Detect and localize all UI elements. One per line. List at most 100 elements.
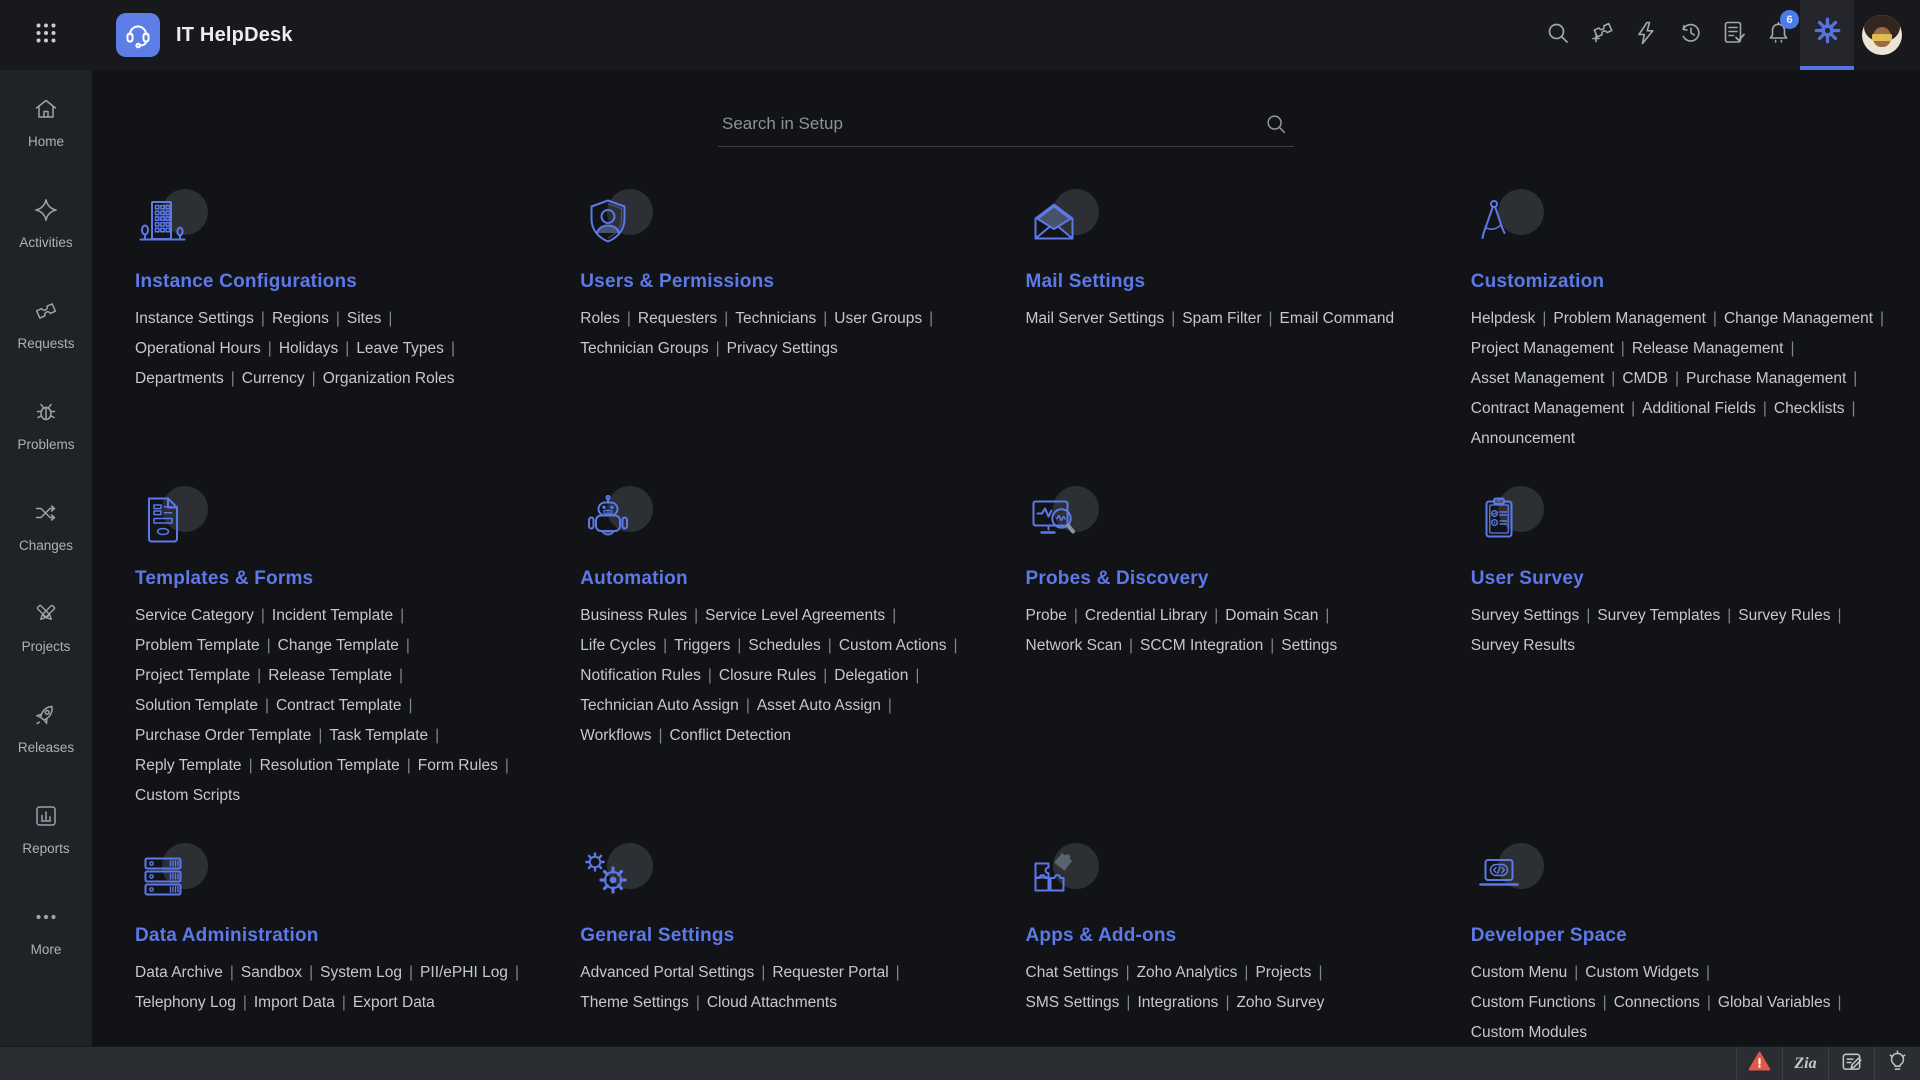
- setup-link-problem-template[interactable]: Problem Template: [135, 637, 260, 654]
- feedback-button[interactable]: [1828, 1047, 1874, 1080]
- sidebar-item-activities[interactable]: Activities: [0, 197, 92, 250]
- zia-logo[interactable]: Zia: [1782, 1047, 1828, 1080]
- setup-link-survey-templates[interactable]: Survey Templates: [1597, 607, 1720, 624]
- section-title[interactable]: Apps & Add-ons: [1026, 925, 1435, 947]
- setup-link-integrations[interactable]: Integrations: [1137, 994, 1218, 1011]
- setup-link-projects[interactable]: Projects: [1255, 964, 1311, 981]
- section-title[interactable]: Customization: [1471, 271, 1880, 293]
- setup-link-conflict-detection[interactable]: Conflict Detection: [669, 727, 790, 744]
- setup-link-sites[interactable]: Sites: [347, 310, 381, 327]
- setup-link-technicians[interactable]: Technicians: [735, 310, 816, 327]
- sidebar-item-projects[interactable]: Projects: [0, 601, 92, 654]
- setup-link-custom-functions[interactable]: Custom Functions: [1471, 994, 1596, 1011]
- sidebar-item-releases[interactable]: Releases: [0, 702, 92, 755]
- setup-link-business-rules[interactable]: Business Rules: [580, 607, 687, 624]
- setup-link-purchase-order-template[interactable]: Purchase Order Template: [135, 727, 311, 744]
- section-title[interactable]: Probes & Discovery: [1026, 568, 1435, 590]
- setup-link-announcement[interactable]: Announcement: [1471, 430, 1575, 447]
- sidebar-item-more[interactable]: More: [0, 904, 92, 957]
- approvals-button[interactable]: [1712, 0, 1756, 70]
- setup-link-import-data[interactable]: Import Data: [254, 994, 335, 1011]
- user-avatar[interactable]: [1862, 15, 1902, 55]
- sidebar-item-reports[interactable]: Reports: [0, 803, 92, 856]
- setup-link-probe[interactable]: Probe: [1026, 607, 1067, 624]
- setup-link-pii-ephi-log[interactable]: PII/ePHI Log: [420, 964, 508, 981]
- setup-link-email-command[interactable]: Email Command: [1280, 310, 1395, 327]
- setup-link-closure-rules[interactable]: Closure Rules: [719, 667, 816, 684]
- setup-link-cloud-attachments[interactable]: Cloud Attachments: [707, 994, 837, 1011]
- section-title[interactable]: Instance Configurations: [135, 271, 544, 293]
- setup-link-incident-template[interactable]: Incident Template: [272, 607, 393, 624]
- sidebar-item-changes[interactable]: Changes: [0, 500, 92, 553]
- setup-link-sccm-integration[interactable]: SCCM Integration: [1140, 637, 1263, 654]
- setup-link-custom-modules[interactable]: Custom Modules: [1471, 1024, 1587, 1041]
- setup-link-operational-hours[interactable]: Operational Hours: [135, 340, 261, 357]
- setup-link-survey-results[interactable]: Survey Results: [1471, 637, 1575, 654]
- setup-link-checklists[interactable]: Checklists: [1774, 400, 1845, 417]
- setup-link-survey-settings[interactable]: Survey Settings: [1471, 607, 1580, 624]
- setup-link-system-log[interactable]: System Log: [320, 964, 402, 981]
- setup-link-roles[interactable]: Roles: [580, 310, 620, 327]
- setup-link-custom-scripts[interactable]: Custom Scripts: [135, 787, 240, 804]
- section-title[interactable]: Automation: [580, 568, 989, 590]
- setup-link-domain-scan[interactable]: Domain Scan: [1225, 607, 1318, 624]
- setup-link-resolution-template[interactable]: Resolution Template: [260, 757, 400, 774]
- search-button[interactable]: [1536, 0, 1580, 70]
- sidebar-item-requests[interactable]: Requests: [0, 298, 92, 351]
- setup-link-network-scan[interactable]: Network Scan: [1026, 637, 1122, 654]
- setup-link-cmdb[interactable]: CMDB: [1622, 370, 1668, 387]
- setup-link-requester-portal[interactable]: Requester Portal: [772, 964, 888, 981]
- setup-link-additional-fields[interactable]: Additional Fields: [1642, 400, 1756, 417]
- setup-link-export-data[interactable]: Export Data: [353, 994, 435, 1011]
- quick-actions-button[interactable]: [1624, 0, 1668, 70]
- setup-link-regions[interactable]: Regions: [272, 310, 329, 327]
- setup-link-custom-widgets[interactable]: Custom Widgets: [1585, 964, 1699, 981]
- setup-link-notification-rules[interactable]: Notification Rules: [580, 667, 701, 684]
- setup-link-advanced-portal-settings[interactable]: Advanced Portal Settings: [580, 964, 754, 981]
- setup-link-service-level-agreements[interactable]: Service Level Agreements: [705, 607, 885, 624]
- setup-link-task-template[interactable]: Task Template: [329, 727, 428, 744]
- setup-button[interactable]: [1800, 0, 1854, 70]
- sidebar-item-home[interactable]: Home: [0, 96, 92, 149]
- setup-link-data-archive[interactable]: Data Archive: [135, 964, 223, 981]
- setup-link-schedules[interactable]: Schedules: [748, 637, 820, 654]
- section-title[interactable]: Templates & Forms: [135, 568, 544, 590]
- search-input[interactable]: [718, 104, 1294, 146]
- warning-button[interactable]: [1736, 1047, 1782, 1080]
- new-request-button[interactable]: [1580, 0, 1624, 70]
- section-title[interactable]: General Settings: [580, 925, 989, 947]
- setup-link-workflows[interactable]: Workflows: [580, 727, 651, 744]
- app-launcher-button[interactable]: [0, 0, 92, 70]
- setup-link-global-variables[interactable]: Global Variables: [1718, 994, 1831, 1011]
- setup-link-release-management[interactable]: Release Management: [1632, 340, 1784, 357]
- setup-link-custom-actions[interactable]: Custom Actions: [839, 637, 947, 654]
- section-title[interactable]: Users & Permissions: [580, 271, 989, 293]
- setup-link-privacy-settings[interactable]: Privacy Settings: [727, 340, 838, 357]
- setup-link-contract-template[interactable]: Contract Template: [276, 697, 402, 714]
- setup-link-theme-settings[interactable]: Theme Settings: [580, 994, 689, 1011]
- setup-link-change-management[interactable]: Change Management: [1724, 310, 1873, 327]
- search-icon[interactable]: [1264, 112, 1288, 141]
- setup-link-life-cycles[interactable]: Life Cycles: [580, 637, 656, 654]
- setup-link-release-template[interactable]: Release Template: [268, 667, 392, 684]
- setup-link-service-category[interactable]: Service Category: [135, 607, 254, 624]
- setup-link-project-template[interactable]: Project Template: [135, 667, 250, 684]
- setup-link-telephony-log[interactable]: Telephony Log: [135, 994, 236, 1011]
- section-title[interactable]: Data Administration: [135, 925, 544, 947]
- setup-link-contract-management[interactable]: Contract Management: [1471, 400, 1624, 417]
- helpdesk-logo-icon[interactable]: [116, 13, 160, 57]
- setup-link-technician-auto-assign[interactable]: Technician Auto Assign: [580, 697, 739, 714]
- setup-link-leave-types[interactable]: Leave Types: [356, 340, 444, 357]
- setup-link-instance-settings[interactable]: Instance Settings: [135, 310, 254, 327]
- setup-link-purchase-management[interactable]: Purchase Management: [1686, 370, 1846, 387]
- history-button[interactable]: [1668, 0, 1712, 70]
- setup-link-sandbox[interactable]: Sandbox: [241, 964, 302, 981]
- setup-link-settings[interactable]: Settings: [1281, 637, 1337, 654]
- setup-link-user-groups[interactable]: User Groups: [834, 310, 922, 327]
- section-title[interactable]: Mail Settings: [1026, 271, 1435, 293]
- setup-link-asset-auto-assign[interactable]: Asset Auto Assign: [757, 697, 881, 714]
- section-title[interactable]: Developer Space: [1471, 925, 1880, 947]
- setup-link-requesters[interactable]: Requesters: [638, 310, 717, 327]
- setup-link-mail-server-settings[interactable]: Mail Server Settings: [1026, 310, 1165, 327]
- setup-link-departments[interactable]: Departments: [135, 370, 224, 387]
